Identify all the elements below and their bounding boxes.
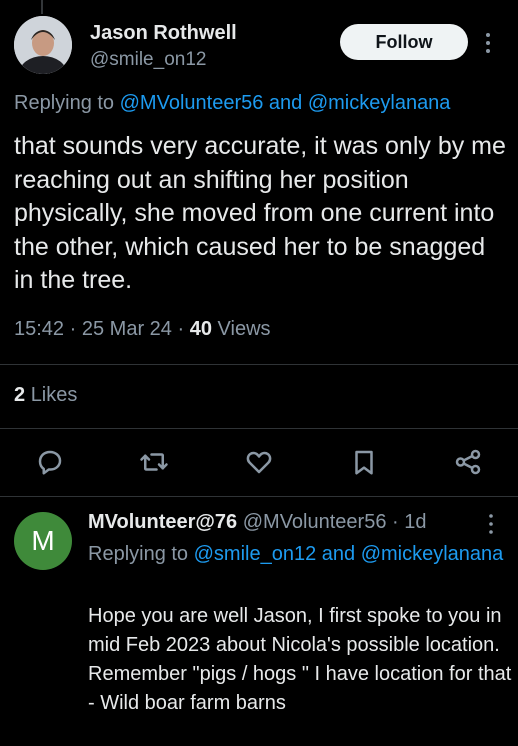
more-options-icon[interactable] — [480, 30, 496, 56]
author-handle[interactable]: @smile_on12 — [90, 49, 206, 71]
reply-author-name[interactable]: MVolunteer@76 — [88, 511, 237, 533]
thread-connector-line — [41, 0, 43, 14]
tweet-text: that sounds very accurate, it was only b… — [14, 132, 506, 294]
mention-link[interactable]: @smile_on12 — [194, 543, 317, 565]
separator-dot: · — [386, 511, 405, 533]
reply-author-avatar[interactable]: M — [14, 512, 72, 570]
reply-icon[interactable] — [35, 447, 65, 477]
like-icon[interactable] — [244, 447, 274, 477]
views-count: 40 — [189, 318, 212, 340]
divider — [0, 496, 518, 497]
replying-and: and — [316, 543, 361, 565]
reply-age[interactable]: 1d — [404, 511, 426, 533]
separator-dot: · — [177, 318, 185, 340]
author-avatar[interactable] — [14, 16, 72, 74]
author-name[interactable]: Jason Rothwell — [90, 22, 237, 45]
mention-link[interactable]: @mickeylanana — [361, 543, 504, 565]
reply-header: MVolunteer@76 @MVolunteer56 · 1d — [88, 511, 427, 534]
repost-icon[interactable] — [139, 447, 169, 477]
replying-and: and — [263, 92, 308, 114]
reply-replying-to-line: Replying to @smile_on12 and @mickeylanan… — [88, 540, 508, 569]
separator-dot: · — [69, 318, 77, 340]
share-icon[interactable] — [453, 447, 483, 477]
likes-count: 2 — [14, 384, 26, 406]
tweet-date[interactable]: 25 Mar 24 — [82, 318, 172, 340]
tweet-meta: 15:42 · 25 Mar 24 · 40 Views — [14, 318, 271, 341]
likes-label: Likes — [30, 384, 78, 406]
likes-link[interactable]: 2 Likes — [14, 384, 77, 407]
tweet-time[interactable]: 15:42 — [14, 318, 64, 340]
replying-prefix: Replying to — [88, 543, 194, 565]
views-label: Views — [217, 318, 271, 340]
replying-prefix: Replying to — [14, 92, 120, 114]
reply-text: Hope you are well Jason, I first spoke t… — [88, 605, 512, 714]
mention-link[interactable]: @mickeylanana — [308, 92, 451, 114]
mention-link[interactable]: @MVolunteer56 — [120, 92, 264, 114]
follow-button[interactable]: Follow — [340, 24, 468, 60]
bookmark-icon[interactable] — [349, 447, 379, 477]
divider — [0, 364, 518, 365]
more-options-icon[interactable] — [484, 512, 498, 536]
reply-author-handle[interactable]: @MVolunteer56 — [243, 511, 387, 533]
divider — [0, 428, 518, 429]
replying-to-line: Replying to @MVolunteer56 and @mickeylan… — [14, 92, 450, 115]
